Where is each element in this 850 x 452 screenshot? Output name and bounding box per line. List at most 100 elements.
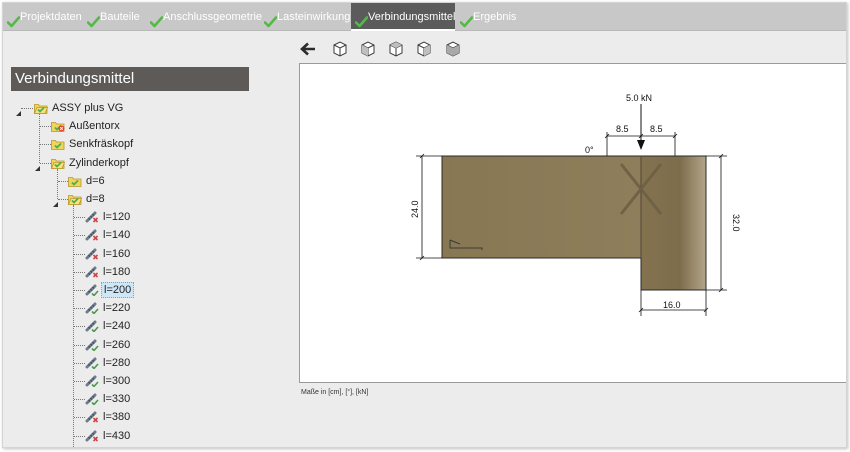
view-cube-iso-icon[interactable] <box>444 40 462 58</box>
collapse-toggle-icon[interactable] <box>53 195 58 207</box>
tab-label: Anschlussgeometrie <box>163 11 263 23</box>
load-label: 5.0 kN <box>626 93 652 103</box>
screw-valid-icon <box>85 375 99 388</box>
folder-error-icon <box>51 120 65 133</box>
tree-connector <box>39 114 40 163</box>
angle-label: 0° <box>585 145 594 155</box>
main-member <box>441 155 642 259</box>
tree-connector <box>74 362 85 364</box>
tree-node-label: Senkfräskopf <box>69 138 134 151</box>
check-icon <box>263 11 278 28</box>
screw-invalid-icon <box>85 430 99 442</box>
tree-title: Verbindungsmittel <box>11 67 249 91</box>
screw-valid-icon <box>85 393 99 406</box>
tab-anschlussgeometrie[interactable]: Anschlussgeometrie <box>146 3 262 31</box>
tab-label: Bauteile <box>100 11 140 23</box>
tab-label: Verbindungsmittel <box>368 11 456 23</box>
screw-valid-icon <box>85 320 99 334</box>
tree-connector <box>74 435 85 437</box>
tab-label: Ergebnis <box>473 11 517 23</box>
tree-connector <box>74 399 85 401</box>
spacing-left-label: 8.5 <box>616 124 629 134</box>
screw-invalid-icon <box>85 229 99 241</box>
tree-node-label: d=6 <box>86 174 105 187</box>
connection-drawing: 5.0 kN 8.5 8.5 0° 24.0 32.0 16.0 <box>410 93 741 316</box>
check-icon <box>6 11 21 28</box>
tree-connector <box>74 381 85 382</box>
tab-projektdaten[interactable]: Projektdaten <box>3 3 82 31</box>
tree-node-label: l=120 <box>103 211 131 224</box>
tab-bar: Projektdaten Bauteile Anschlussgeometrie La… <box>3 3 846 31</box>
drawing-canvas[interactable]: 5.0 kN 8.5 8.5 0° 24.0 32.0 16.0 <box>299 63 846 383</box>
units-note: Maße in [cm], [°], [kN] <box>301 389 369 396</box>
tree-connector <box>40 162 51 164</box>
check-icon <box>86 11 101 28</box>
tree-node-label: Außentorx <box>69 120 120 133</box>
tree-connector <box>58 199 68 200</box>
tree-node-label: l=140 <box>103 229 131 242</box>
collapse-toggle-icon[interactable] <box>16 104 21 116</box>
tree-node-label: l=260 <box>103 338 131 351</box>
tree-connector <box>74 326 85 328</box>
tree-node-label: l=180 <box>103 265 131 278</box>
tree-node-label: Zylinderkopf <box>69 156 129 169</box>
tab-label: Projektdaten <box>20 11 82 23</box>
app-window: Projektdaten Bauteile Anschlussgeometrie La… <box>2 2 847 448</box>
tree-connector <box>74 253 85 255</box>
height-right-label: 32.0 <box>731 214 741 232</box>
tab-label: Lasteinwirkung <box>277 11 351 23</box>
screw-invalid-icon <box>85 266 99 278</box>
width-bottom-label: 16.0 <box>663 300 681 310</box>
tree-node-label: l=160 <box>103 247 131 260</box>
load-arrow: 5.0 kN <box>626 93 652 150</box>
screw-invalid-icon <box>85 411 99 423</box>
view-cube-top-icon[interactable] <box>387 40 405 58</box>
folder-icon <box>68 175 82 187</box>
screw-invalid-icon <box>85 211 99 223</box>
screw-invalid-icon <box>85 248 99 260</box>
tab-verbindungsmittel[interactable]: Verbindungsmittel <box>351 3 455 31</box>
tree-connector <box>74 344 85 346</box>
tree-node-label: l=430 <box>103 429 131 442</box>
tree-node-label: l=240 <box>103 320 131 333</box>
tree-connector <box>74 217 85 219</box>
tree-node-label: ASSY plus VG <box>52 102 124 114</box>
tree-node-label: l=300 <box>103 375 131 387</box>
tree-node-label: l=330 <box>103 393 131 406</box>
view-cube-front-icon[interactable] <box>359 40 377 58</box>
tree-connector <box>40 126 51 128</box>
spacing-right-label: 8.5 <box>650 124 663 134</box>
tree-connector <box>21 108 33 109</box>
height-left-label: 24.0 <box>410 200 420 218</box>
screw-valid-icon <box>85 357 99 370</box>
tab-ergebnis[interactable]: Ergebnis <box>456 3 516 31</box>
folder-open-icon <box>50 157 66 169</box>
height-right-dimension <box>706 153 727 293</box>
tree-connector <box>40 144 51 146</box>
check-icon <box>459 11 474 28</box>
folder-open-icon <box>33 102 49 114</box>
tree-connector <box>58 180 68 182</box>
collapse-toggle-icon[interactable] <box>35 159 40 171</box>
back-arrow-icon[interactable] <box>299 40 317 58</box>
fastener-tree: ASSY plus VG Außentorx Senkfräskopf Zylinde… <box>3 95 283 447</box>
tab-bauteile[interactable]: Bauteile <box>83 3 143 31</box>
screw-valid-icon <box>85 339 99 352</box>
tab-lasteinwirkung[interactable]: Lasteinwirkung <box>260 3 351 31</box>
view-cube-icon[interactable] <box>331 40 349 58</box>
tree-node-label: l=200 <box>101 282 135 298</box>
folder-icon <box>51 138 65 151</box>
tree-node-label: d=8 <box>86 193 105 205</box>
folder-open-icon <box>67 193 83 205</box>
tree-connector <box>74 308 85 310</box>
tree-connector <box>74 290 85 291</box>
view-cube-side-icon[interactable] <box>415 40 433 58</box>
tree-connector <box>74 271 85 273</box>
check-icon <box>354 11 369 28</box>
tree-node-label: l=380 <box>103 411 131 424</box>
check-icon <box>149 11 164 28</box>
screw-valid-icon <box>85 302 99 315</box>
tree-node-label: l=220 <box>103 302 131 315</box>
tree-node-label: l=280 <box>103 356 131 369</box>
tree-connector <box>74 235 85 237</box>
